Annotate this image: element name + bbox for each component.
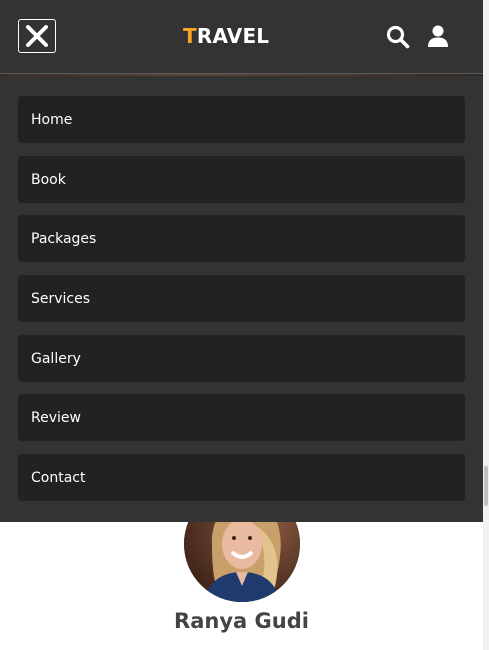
menu-item-services[interactable]: Services [18,275,465,322]
scrollbar-track[interactable] [483,0,489,650]
close-icon [26,25,48,47]
logo[interactable]: TRAVEL [183,24,269,48]
search-icon[interactable] [386,25,410,49]
menu-item-contact[interactable]: Contact [18,454,465,501]
nav-menu: Home Book Packages Services Gallery Revi… [0,76,483,522]
header: TRAVEL [0,0,483,74]
logo-text: RAVEL [196,24,270,48]
page: Ranya Gudi TRAVEL Home Book Packages Ser… [0,0,483,650]
close-menu-button[interactable] [18,19,56,53]
user-icon[interactable] [427,25,449,48]
menu-item-book[interactable]: Book [18,156,465,203]
logo-accent-letter: T [183,24,197,48]
menu-item-review[interactable]: Review [18,394,465,441]
menu-item-home[interactable]: Home [18,96,465,143]
profile-name: Ranya Gudi [174,609,309,633]
menu-item-gallery[interactable]: Gallery [18,335,465,382]
menu-item-packages[interactable]: Packages [18,215,465,262]
scrollbar-thumb[interactable] [484,466,488,506]
